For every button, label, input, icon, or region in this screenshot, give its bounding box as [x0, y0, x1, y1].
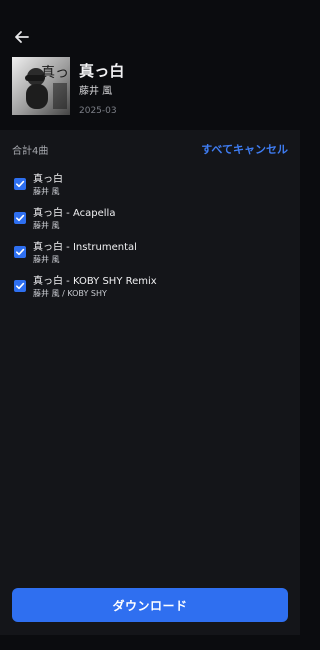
track-artist: 藤井 風: [33, 187, 60, 196]
track-row[interactable]: 真っ白 - KOBY SHY Remix 藤井 風 / KOBY SHY: [0, 272, 300, 302]
album-release-date: 2025-03: [79, 106, 117, 116]
track-row[interactable]: 真っ白 藤井 風: [0, 170, 300, 200]
checkbox-checked-icon[interactable]: [14, 212, 26, 224]
download-button[interactable]: ダウンロード: [12, 588, 288, 622]
album-cover: 真っ白: [12, 57, 70, 115]
checkbox-checked-icon[interactable]: [14, 178, 26, 190]
album-artist: 藤井 風: [79, 86, 113, 97]
checkbox-checked-icon[interactable]: [14, 280, 26, 292]
track-artist: 藤井 風: [33, 221, 60, 230]
back-arrow-icon[interactable]: [12, 27, 32, 47]
track-title: 真っ白 - Acapella: [33, 208, 116, 219]
svg-text:真っ白: 真っ白: [41, 65, 70, 81]
download-button-label: ダウンロード: [112, 598, 188, 613]
track-title: 真っ白 - Instrumental: [33, 242, 137, 253]
track-artist: 藤井 風: [33, 255, 60, 264]
cancel-all-button[interactable]: すべてキャンセル: [201, 141, 288, 157]
album-title: 真っ白: [79, 62, 125, 80]
track-row[interactable]: 真っ白 - Instrumental 藤井 風: [0, 238, 300, 268]
track-title: 真っ白 - KOBY SHY Remix: [33, 276, 157, 287]
album-header: 真っ白 真っ白 藤井 風 2025-03: [0, 0, 300, 130]
track-count-summary: 合計4曲: [12, 146, 49, 157]
track-title: 真っ白: [33, 174, 63, 185]
track-row[interactable]: 真っ白 - Acapella 藤井 風: [0, 204, 300, 234]
checkbox-checked-icon[interactable]: [14, 246, 26, 258]
track-selection-panel: 合計4曲 すべてキャンセル 真っ白 藤井 風 真っ白 - Acapella 藤井…: [0, 130, 300, 635]
track-artist: 藤井 風 / KOBY SHY: [33, 289, 107, 298]
